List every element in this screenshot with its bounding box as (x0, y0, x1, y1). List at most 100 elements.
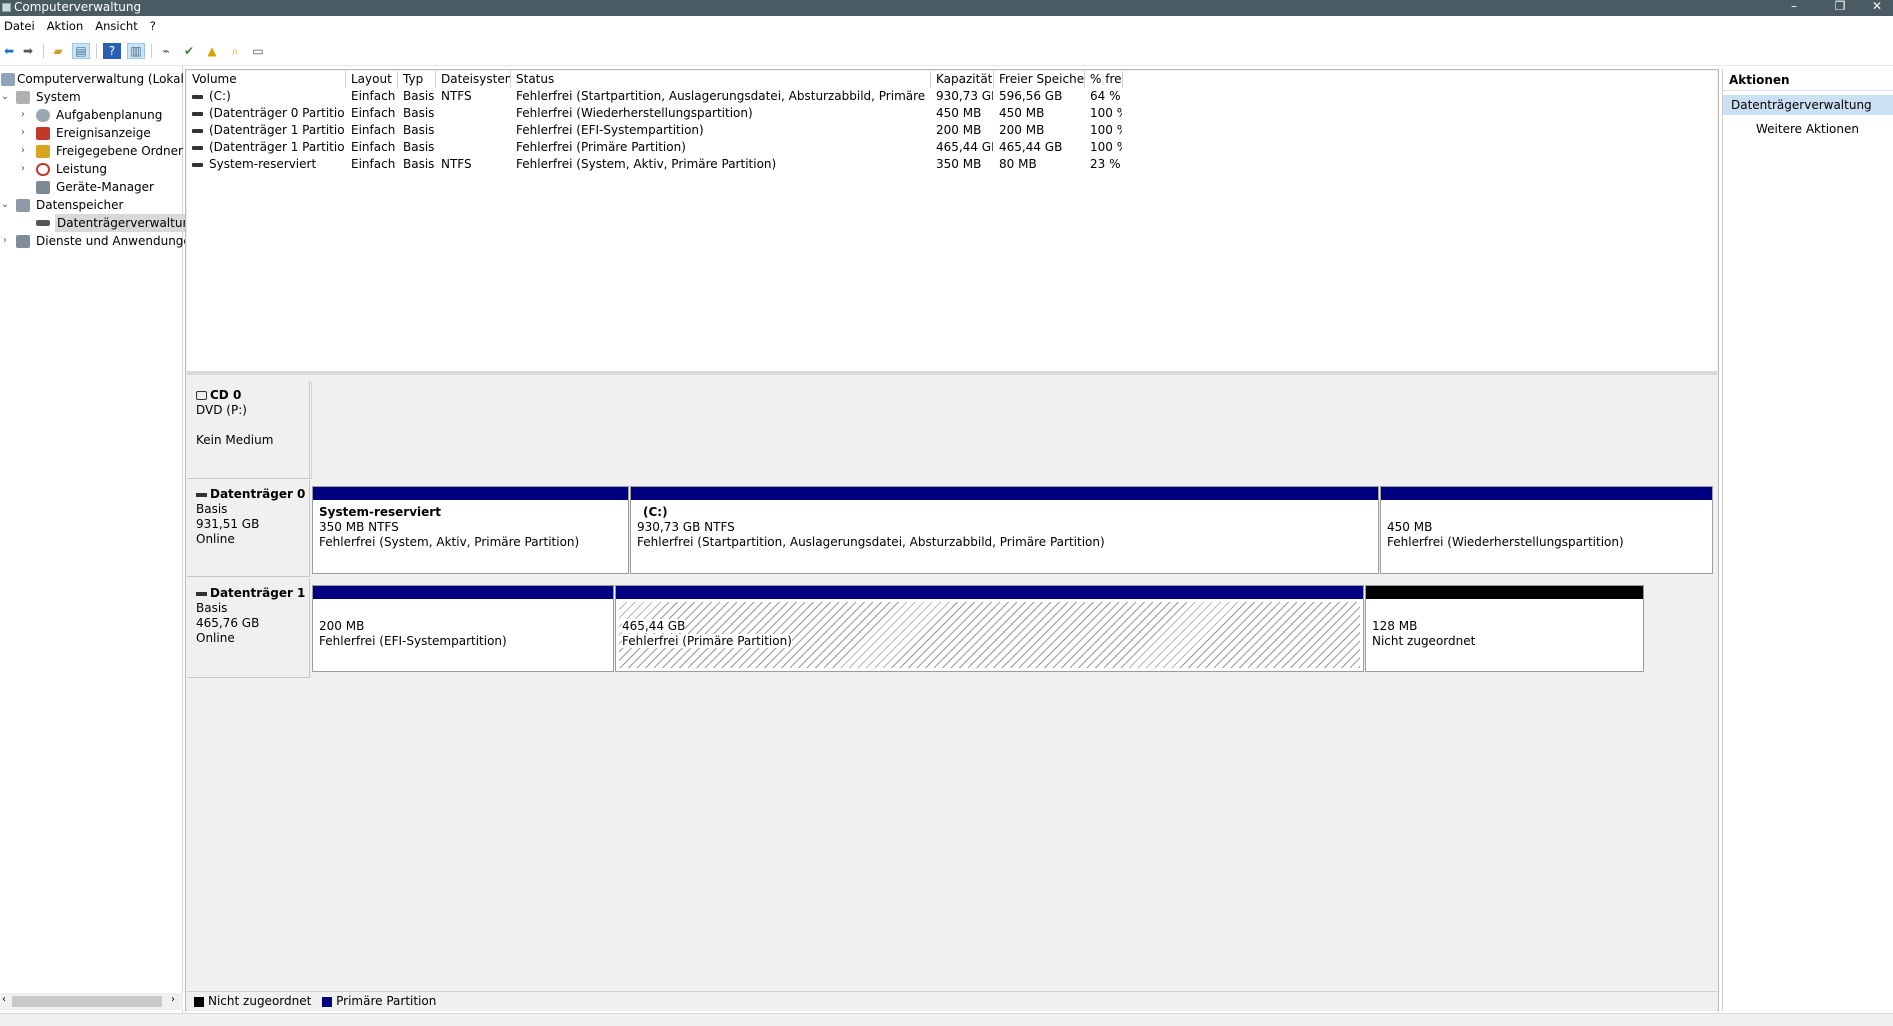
chevron-right-icon[interactable]: › (18, 124, 28, 142)
cell-text: Basis (403, 140, 435, 154)
chevron-right-icon[interactable]: › (18, 142, 28, 160)
cell-dateisystem: NTFS (441, 88, 510, 105)
close-button[interactable]: ✕ (1861, 0, 1893, 16)
cell-text: 200 MB (936, 123, 982, 137)
cell-text: 23 % (1090, 157, 1121, 171)
table-row[interactable]: System-reserviert Einfach Basis NTFS Fehlerf… (187, 156, 1717, 173)
minimize-button[interactable]: – (1774, 0, 1814, 16)
cell-text: Einfach (351, 157, 396, 171)
tree-horizontal-scrollbar[interactable]: ‹ › (0, 993, 183, 1010)
cell-text: (Datenträger 1 Partition 1) (209, 123, 345, 137)
forward-arrow-icon[interactable]: ➡ (19, 43, 37, 59)
event-viewer-icon (36, 127, 50, 140)
chevron-right-icon[interactable]: › (18, 106, 28, 124)
column-header-typ[interactable]: Typ (398, 71, 436, 88)
partition-c[interactable]: (C:) 930,73 GB NTFS Fehlerfrei (Startpar… (630, 486, 1379, 574)
search-folder-icon[interactable]: ⌕ (226, 43, 244, 59)
column-header-kapazitaet[interactable]: Kapazität (931, 71, 994, 88)
column-header-prozent-frei[interactable]: % frei (1085, 71, 1123, 88)
column-header-freier-speicher[interactable]: Freier Speicher (994, 71, 1085, 88)
cell-kapazitaet: 350 MB (936, 156, 993, 173)
show-action-pane-icon[interactable]: ▥ (127, 43, 145, 59)
cell-text: (Datenträger 0 Partition 3) (209, 106, 345, 120)
column-header-volume[interactable]: Volume (187, 71, 346, 88)
unallocated-swatch (194, 996, 204, 1007)
help-icon[interactable]: ? (103, 43, 121, 59)
window-title: Computerverwaltung (14, 0, 142, 14)
tree-label-datenspeicher: Datenspeicher (36, 198, 124, 212)
partition-primary-hatched[interactable]: 465,44 GB Fehlerfrei (Primäre Partition) (615, 585, 1364, 672)
cell-text: Fehlerfrei (EFI-Systempartition) (516, 123, 704, 137)
properties-icon[interactable]: ▭ (249, 43, 267, 59)
title-bar: Computerverwaltung – ❐ ✕ (0, 0, 1893, 16)
disk-size: 465,76 GB (196, 616, 260, 630)
table-row[interactable]: (Datenträger 0 Partition 3) Einfach Basis F… (187, 105, 1717, 122)
disk-row-0: Datenträger 0 Basis 931,51 GB Online Sys… (187, 480, 1717, 577)
disk-name: Datenträger 0 (210, 487, 306, 501)
menu-ansicht[interactable]: Ansicht (91, 16, 145, 36)
cell-status: Fehlerfrei (EFI-Systempartition) (516, 122, 930, 139)
table-row[interactable]: (C:) Einfach Basis NTFS Fehlerfrei (Startpar… (187, 88, 1717, 105)
show-hide-tree-icon[interactable]: ▤ (72, 43, 90, 59)
tree-label-root: Computerverwaltung (Lokal) (17, 72, 189, 86)
chevron-right-icon[interactable]: › (18, 160, 28, 178)
column-header-layout[interactable]: Layout (346, 71, 398, 88)
cell-layout: Einfach (351, 88, 397, 105)
tree-label-system: System (36, 90, 81, 104)
cell-prozent-frei: 23 % (1090, 156, 1122, 173)
column-header-dateisystem[interactable]: Dateisystem (436, 71, 511, 88)
tree-label-aufgabenplanung: Aufgabenplanung (56, 108, 163, 122)
scroll-right-icon[interactable]: › (171, 994, 175, 1005)
cell-typ: Basis (403, 156, 435, 173)
disk-label-0[interactable]: Datenträger 0 Basis 931,51 GB Online (187, 480, 310, 577)
chevron-down-icon[interactable]: ⌄ (0, 88, 10, 106)
disk-state: Online (196, 532, 235, 546)
menu-aktion[interactable]: Aktion (43, 16, 92, 36)
chevron-right-icon[interactable]: › (0, 232, 10, 250)
toolbar: ⬅ ➡ ▰ ▤ ? ▥ ⌁ ✔ ▲ ⌕ ▭ (0, 36, 1893, 66)
disk-size: 931,51 GB (196, 517, 260, 531)
cell-dateisystem (441, 122, 510, 139)
cell-dateisystem (441, 105, 510, 122)
menu-datei[interactable]: Datei (0, 16, 43, 36)
back-arrow-icon[interactable]: ⬅ (0, 43, 18, 59)
cell-dateisystem (441, 139, 510, 156)
disk-label-1[interactable]: Datenträger 1 Basis 465,76 GB Online (187, 579, 310, 678)
partition-size: 450 MB (1387, 520, 1433, 534)
up-folder-icon[interactable]: ▰ (49, 43, 67, 59)
cell-kapazitaet: 200 MB (936, 122, 993, 139)
menu-help[interactable]: ? (146, 16, 164, 36)
checkmark-icon[interactable]: ✔ (180, 43, 198, 59)
connect-disk-icon[interactable]: ⌁ (157, 43, 175, 59)
more-actions-link[interactable]: Weitere Aktionen (1756, 119, 1859, 139)
partition-status: Nicht zugeordnet (1372, 634, 1476, 648)
column-header-status[interactable]: Status (511, 71, 931, 88)
partition-efi[interactable]: 200 MB Fehlerfrei (EFI-Systempartition) (312, 585, 614, 672)
partition-wiederherstellung[interactable]: 450 MB Fehlerfrei (Wiederherstellungspar… (1380, 486, 1713, 574)
restore-button[interactable]: ❐ (1820, 0, 1860, 16)
partition-unallocated[interactable]: 128 MB Nicht zugeordnet (1365, 585, 1644, 672)
cell-text: 930,73 GB (936, 89, 993, 103)
cell-text: Einfach (351, 123, 396, 137)
actions-section-datentraegerverwaltung[interactable]: Datenträgerverwaltung (1723, 95, 1893, 115)
disk-label-cd0[interactable]: CD 0 DVD (P:) Kein Medium (187, 381, 310, 479)
chevron-down-icon[interactable]: ⌄ (0, 196, 10, 214)
cell-layout: Einfach (351, 122, 397, 139)
volume-icon (192, 111, 203, 116)
cell-text: Einfach (351, 106, 396, 120)
scroll-left-icon[interactable]: ‹ (2, 994, 6, 1005)
cell-status: Fehlerfrei (System, Aktiv, Primäre Parti… (516, 156, 930, 173)
cell-text: 100 % (1090, 140, 1122, 154)
tree-label-dienste: Dienste und Anwendungen (36, 234, 199, 248)
table-row[interactable]: (Datenträger 1 Partition 2) Einfach Basis F… (187, 139, 1717, 156)
partition-status: Fehlerfrei (EFI-Systempartition) (319, 634, 507, 648)
toolbar-separator (151, 44, 152, 58)
folder-up-icon[interactable]: ▲ (203, 43, 221, 59)
scrollbar-thumb[interactable] (12, 996, 162, 1007)
app-icon (2, 3, 11, 12)
table-row[interactable]: (Datenträger 1 Partition 1) Einfach Basis F… (187, 122, 1717, 139)
system-tools-icon (16, 91, 30, 104)
volume-list: Volume Layout Typ Dateisystem Status Kap… (187, 71, 1717, 375)
partition-system-reserviert[interactable]: System-reserviert 350 MB NTFS Fehlerfrei… (312, 486, 629, 574)
disk-type: Basis (196, 601, 228, 615)
